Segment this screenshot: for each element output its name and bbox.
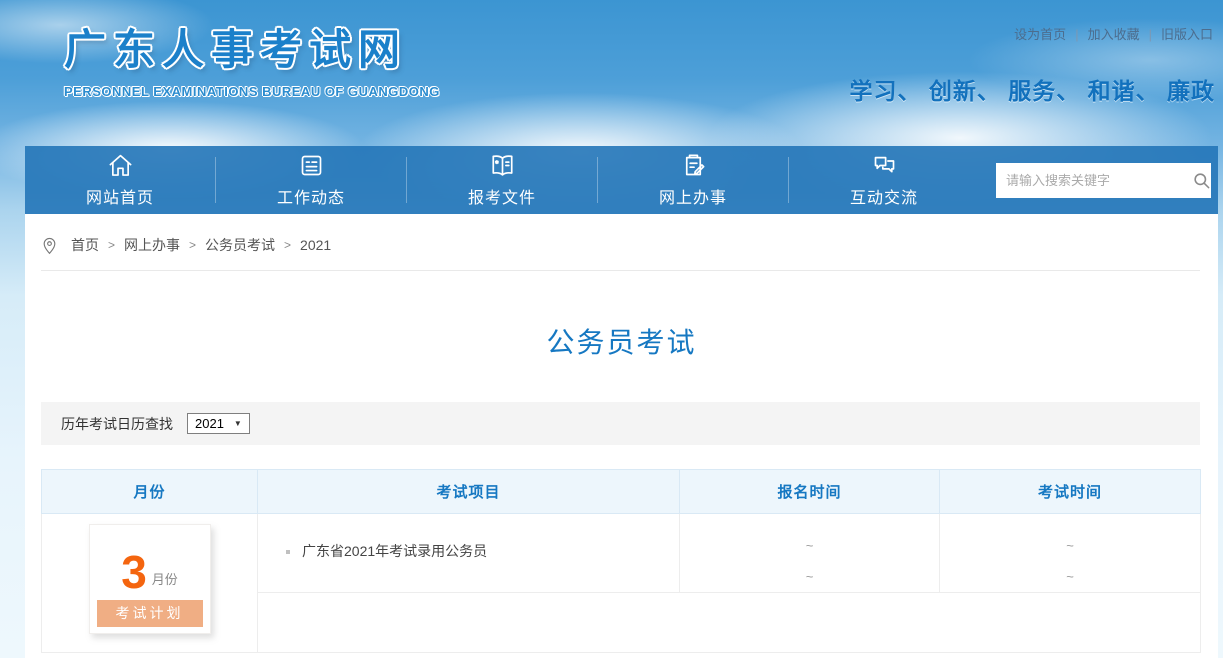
nav-item-label: 工作动态 [277, 184, 345, 208]
nav-item-documents[interactable]: 报考文件 [407, 146, 597, 214]
breadcrumb-separator: > [189, 238, 196, 252]
month-suffix: 月份 [152, 569, 178, 595]
table-header-row: 月份 考试项目 报名时间 考试时间 [42, 470, 1201, 514]
location-pin-icon [41, 236, 58, 255]
exam-time-value: ~ [940, 530, 1200, 561]
old-version-link[interactable]: 旧版入口 [1161, 27, 1213, 42]
search-box [996, 163, 1204, 198]
page-background: 广东人事考试网 PERSONNEL EXAMINATIONS BUREAU OF… [0, 0, 1223, 658]
header-exam-item: 考试项目 [258, 470, 680, 514]
year-filter-bar: 历年考试日历查找 2021 ▼ [41, 402, 1200, 445]
site-subtitle: PERSONNEL EXAMINATIONS BUREAU OF GUANGDO… [64, 84, 440, 99]
exam-item-text: 广东省2021年考试录用公务员 [302, 543, 487, 559]
month-calendar-card[interactable]: 3 月份 考试计划 [89, 524, 211, 634]
year-select-value: 2021 [195, 416, 224, 431]
nav-item-label: 报考文件 [468, 184, 536, 208]
month-number: 3 [121, 549, 147, 595]
search-button[interactable] [1192, 163, 1211, 198]
content-area: 首页 > 网上办事 > 公务员考试 > 2021 公务员考试 历年考试日历查找 … [25, 214, 1218, 658]
clipboard-icon [680, 152, 707, 179]
month-card-top: 3 月份 [90, 525, 210, 597]
month-cell: 3 月份 考试计划 [42, 514, 258, 653]
exam-time-cell: ~ ~ [940, 514, 1201, 593]
bullet-icon [286, 550, 290, 554]
site-title: 广东人事考试网 [64, 16, 440, 77]
nav-item-label: 网站首页 [86, 184, 154, 208]
home-icon [107, 152, 134, 179]
header-exam-time: 考试时间 [940, 470, 1201, 514]
site-slogan: 学习、 创新、 服务、 和谐、 廉政 [849, 72, 1215, 106]
nav-item-online-services[interactable]: 网上办事 [598, 146, 788, 214]
exam-item-link[interactable]: 广东省2021年考试录用公务员 [286, 541, 669, 561]
chevron-down-icon: ▼ [234, 419, 242, 428]
breadcrumb-separator: > [284, 238, 291, 252]
search-input[interactable] [996, 173, 1192, 188]
top-utility-links: 设为首页 | 加入收藏 | 旧版入口 [1014, 24, 1213, 43]
search-icon [1192, 171, 1211, 190]
header-month: 月份 [42, 470, 258, 514]
header-signup-time: 报名时间 [680, 470, 940, 514]
chat-icon [871, 152, 898, 179]
nav-item-label: 互动交流 [850, 184, 918, 208]
breadcrumb-civil-servant-exam[interactable]: 公务员考试 [205, 235, 275, 255]
empty-cell [258, 593, 1201, 653]
site-logo[interactable]: 广东人事考试网 PERSONNEL EXAMINATIONS BUREAU OF… [64, 16, 440, 99]
link-separator: | [1075, 27, 1078, 42]
link-separator: | [1149, 27, 1152, 42]
main-navbar: 网站首页 工作动态 报考文件 网上办事 互动交流 [25, 146, 1218, 214]
breadcrumb-separator: > [108, 238, 115, 252]
breadcrumb-home[interactable]: 首页 [71, 235, 99, 255]
year-select[interactable]: 2021 ▼ [187, 413, 250, 434]
nav-item-news[interactable]: 工作动态 [216, 146, 406, 214]
add-favorite-link[interactable]: 加入收藏 [1088, 27, 1140, 42]
breadcrumb: 首页 > 网上办事 > 公务员考试 > 2021 [41, 235, 1200, 271]
page-title: 公务员考试 [25, 321, 1218, 361]
nav-item-interaction[interactable]: 互动交流 [789, 146, 979, 214]
exam-item-cell: 广东省2021年考试录用公务员 [258, 514, 680, 593]
breadcrumb-online-services[interactable]: 网上办事 [124, 235, 180, 255]
nav-item-label: 网上办事 [659, 184, 727, 208]
book-icon [489, 152, 516, 179]
news-icon [298, 152, 325, 179]
set-homepage-link[interactable]: 设为首页 [1014, 27, 1066, 42]
signup-time-value: ~ [680, 530, 939, 561]
exam-plan-tag: 考试计划 [97, 600, 203, 627]
exam-calendar-table: 月份 考试项目 报名时间 考试时间 3 月份 考试计划 [41, 469, 1201, 653]
year-filter-label: 历年考试日历查找 [61, 414, 173, 434]
nav-item-home[interactable]: 网站首页 [25, 146, 215, 214]
signup-time-cell: ~ ~ [680, 514, 940, 593]
table-row: 3 月份 考试计划 广东省2021年考试录用公务员 ~ ~ [42, 514, 1201, 593]
exam-time-value: ~ [940, 561, 1200, 592]
breadcrumb-current-year: 2021 [300, 237, 331, 253]
signup-time-value: ~ [680, 561, 939, 592]
